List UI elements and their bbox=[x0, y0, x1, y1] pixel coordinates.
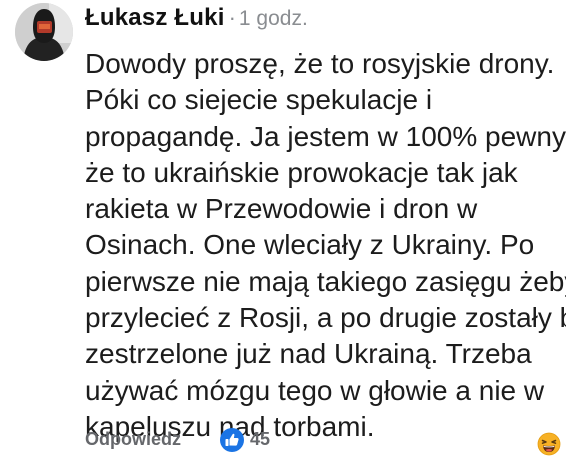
comment-text-line: przylecieć z Rosji, a po drugie zostały … bbox=[85, 302, 566, 334]
comment-text-line: używać mózgu tego w głowie a nie w bbox=[85, 374, 545, 406]
like-count: 45 bbox=[250, 429, 271, 449]
comment-text-line: propagandę. Ja jestem w 100% pewny, bbox=[85, 120, 566, 152]
laughing-emoji-icon[interactable] bbox=[537, 432, 561, 456]
comment-text-line: że to ukraińskie prowokacje tak jak bbox=[85, 156, 518, 188]
comment-header: Łukasz Łuki · 1 godz. bbox=[85, 4, 308, 32]
comment: Łukasz Łuki · 1 godz. Dowody proszę, że to… bbox=[0, 0, 566, 468]
avatar[interactable] bbox=[15, 3, 73, 61]
comment-text-line: Osinach. One wleciały z Ukrainy. Po bbox=[85, 229, 535, 261]
author-name[interactable]: Łukasz Łuki bbox=[85, 4, 225, 31]
reply-button[interactable]: Odpowiedz bbox=[85, 429, 181, 450]
comment-text-line: Dowody proszę, że to rosyjskie drony. bbox=[85, 48, 555, 79]
comment-text-line: Póki co siejecie spekulacje i bbox=[85, 84, 433, 116]
comment-text-line: pierwsze nie mają takiego zasięgu żeby bbox=[85, 265, 566, 297]
thumbs-up-icon bbox=[220, 428, 244, 452]
separator-dot: · bbox=[228, 5, 236, 30]
comment-text-line: rakieta w Przewodowie i dron w bbox=[85, 193, 478, 225]
comment-text: Dowody proszę, że to rosyjskie drony. Pó… bbox=[85, 46, 566, 445]
comment-timestamp[interactable]: 1 godz. bbox=[239, 7, 308, 30]
comment-text-line: zestrzelone już nad Ukrainą. Trzeba bbox=[85, 338, 532, 370]
